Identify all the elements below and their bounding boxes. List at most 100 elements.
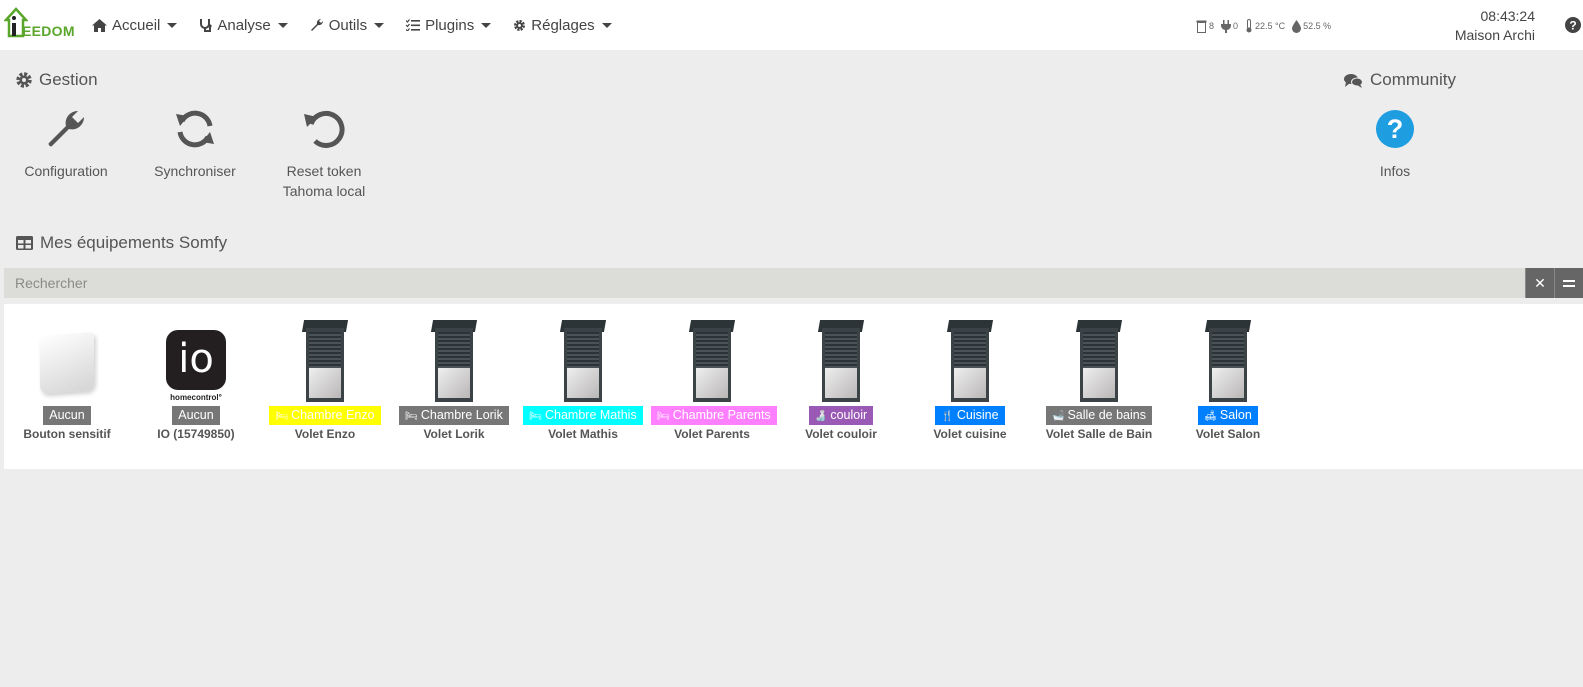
equipment-card[interactable]: 🍴 Cuisine Volet cuisine	[909, 318, 1031, 441]
cog-icon	[16, 72, 32, 88]
question-circle-icon[interactable]: ?	[1565, 17, 1581, 33]
undo-icon	[304, 110, 345, 148]
search-input[interactable]	[4, 268, 1525, 298]
roller-shutter-image	[688, 320, 736, 402]
equipment-card[interactable]: io homecontrol° Aucun IO (15749850)	[135, 318, 257, 441]
main-menu: Accueil Analyse Outils Plugins Réglages	[92, 0, 634, 50]
status-plugs[interactable]: 0	[1221, 19, 1239, 33]
cogs-icon	[514, 19, 526, 31]
sync-icon	[176, 110, 214, 148]
wrench-icon	[48, 110, 85, 147]
status-summary: 8 0 22.5 °C 52.5 %	[1196, 19, 1338, 33]
room-badge: 🛁 Salle de bains	[1046, 406, 1152, 425]
plug-icon	[1221, 19, 1232, 33]
room-badge: 🛋 Salon	[1198, 406, 1258, 425]
infos-button[interactable]: ? Infos	[1355, 104, 1435, 181]
room-badge: 🍶 couloir	[808, 406, 874, 425]
equipment-card[interactable]: 🛋 Salon Volet Salon	[1167, 318, 1289, 441]
equipment-card[interactable]: 🛏 Chambre Enzo Volet Enzo	[264, 318, 386, 441]
equipment-card[interactable]: 🛁 Salle de bains Volet Salle de Bain	[1038, 318, 1160, 441]
question-circle-icon: ?	[1376, 110, 1414, 148]
equipment-name: Volet Salle de Bain	[1045, 427, 1153, 441]
infos-label: Infos	[1379, 163, 1411, 179]
synchroniser-button[interactable]: Synchroniser	[147, 104, 243, 181]
status-shutters[interactable]: 8	[1196, 20, 1214, 33]
toggle-display-button[interactable]	[1554, 268, 1583, 298]
equipment-title: Mes équipements Somfy	[40, 233, 228, 252]
gestion-title: Gestion	[39, 70, 98, 89]
room-badge: Aucun	[172, 406, 220, 425]
room-badge: 🛏 Chambre Lorik	[399, 406, 509, 425]
clock-location[interactable]: Maison Archi	[1455, 26, 1535, 45]
shutter-icon	[1196, 20, 1207, 33]
io-homecontrol-logo: io homecontrol°	[166, 330, 226, 402]
equipment-panel: Aucun Bouton sensitif io homecontrol° Auc…	[4, 304, 1583, 469]
reset-token-label-1: Reset token	[286, 163, 362, 179]
sensor-button-image	[40, 332, 94, 394]
svg-text:?: ?	[1387, 114, 1404, 144]
reset-token-button[interactable]: Reset token Tahoma local	[274, 104, 374, 201]
roller-shutter-image	[817, 320, 865, 402]
status-shutters-count: 8	[1209, 21, 1215, 31]
room-badge: 🛏 Chambre Parents	[651, 406, 777, 425]
equipment-card[interactable]: Aucun Bouton sensitif	[6, 318, 128, 441]
cutlery-icon: 🍴	[941, 411, 954, 422]
equipment-name: Volet Lorik	[423, 427, 485, 441]
equipment-name: Volet Parents	[674, 427, 750, 441]
menu-reglages[interactable]: Réglages	[513, 16, 612, 34]
chevron-down-icon	[167, 22, 178, 28]
table-icon	[16, 236, 33, 250]
clock-time: 08:43:24	[1480, 8, 1536, 24]
chevron-down-icon	[374, 22, 385, 28]
gestion-header: Gestion	[16, 70, 98, 90]
chevron-down-icon	[277, 22, 288, 28]
jeedom-logo[interactable]: EEDOM	[4, 6, 76, 42]
roller-shutter-image	[301, 320, 349, 402]
bed-icon: 🛏	[657, 411, 670, 422]
svg-text:?: ?	[1569, 19, 1576, 33]
equipment-card[interactable]: 🍶 couloir Volet couloir	[780, 318, 902, 441]
menu-analyse[interactable]: Analyse	[199, 17, 288, 34]
equipment-card[interactable]: 🛏 Chambre Mathis Volet Mathis	[522, 318, 644, 441]
equipment-name: Volet Enzo	[294, 427, 356, 441]
status-plugs-count: 0	[1233, 21, 1239, 31]
menu-plugins[interactable]: Plugins	[406, 17, 492, 34]
menu-outils[interactable]: Outils	[310, 16, 385, 34]
equipment-name: Volet couloir	[805, 427, 877, 441]
equipment-name: Bouton sensitif	[23, 427, 111, 441]
bottle-icon: 🍶	[814, 411, 828, 422]
bed-icon: 🛏	[275, 411, 289, 422]
equipment-card[interactable]: 🛏 Chambre Parents Volet Parents	[651, 318, 777, 441]
community-title: Community	[1370, 70, 1456, 89]
close-icon: ✕	[1534, 274, 1546, 291]
clear-search-button[interactable]: ✕	[1525, 268, 1554, 298]
bars-icon	[1563, 279, 1575, 287]
roller-shutter-image	[1075, 320, 1123, 402]
equipment-name: Volet Mathis	[548, 427, 618, 441]
status-humidity[interactable]: 52.5 %	[1292, 19, 1331, 33]
top-navbar: EEDOM Accueil Analyse Outils Plugins Rég…	[0, 0, 1583, 50]
wrench-icon	[310, 18, 323, 31]
menu-reglages-label: Réglages	[531, 16, 595, 34]
configuration-label: Configuration	[24, 163, 108, 179]
menu-accueil[interactable]: Accueil	[92, 17, 178, 34]
equipment-name: Volet Salon	[1195, 427, 1261, 441]
room-badge: Aucun	[43, 406, 91, 425]
roller-shutter-image	[946, 320, 994, 402]
logo-text: EEDOM	[22, 23, 75, 39]
status-temperature[interactable]: 22.5 °C	[1245, 19, 1285, 33]
menu-outils-label: Outils	[328, 16, 368, 34]
stethoscope-icon	[200, 18, 212, 32]
roller-shutter-image	[559, 320, 607, 402]
status-temperature-value: 22.5 °C	[1255, 21, 1286, 31]
room-badge: 🍴 Cuisine	[935, 406, 1005, 425]
sofa-icon: 🛋	[1204, 411, 1217, 422]
comments-icon	[1344, 73, 1363, 88]
thermometer-icon	[1246, 19, 1252, 33]
tasks-icon	[406, 19, 421, 31]
equipment-card[interactable]: 🛏 Chambre Lorik Volet Lorik	[393, 318, 515, 441]
bed-icon: 🛏	[405, 411, 418, 422]
configuration-button[interactable]: Configuration	[18, 104, 114, 181]
equipment-name: Volet cuisine	[933, 427, 1007, 441]
bed-icon: 🛏	[529, 411, 542, 422]
